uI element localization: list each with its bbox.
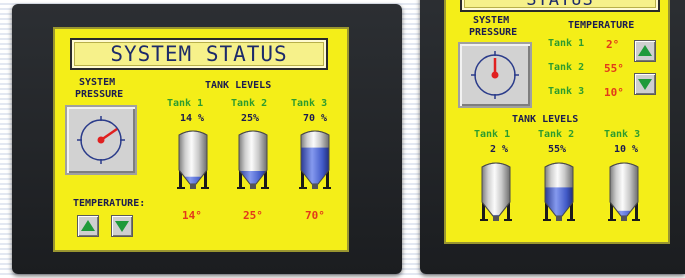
left-tank3-label: Tank 3 [291, 98, 328, 109]
left-tank3-temp: 70° [305, 209, 325, 222]
right-temp-down-button[interactable] [634, 73, 656, 95]
right-temp-tank1-label: Tank 1 [548, 38, 585, 49]
tank-fluid [545, 187, 573, 216]
left-tank1-temp: 14° [182, 209, 202, 222]
left-tank-levels-header: TANK LEVELS [205, 80, 272, 91]
right-pressure-label-2: PRESSURE [469, 27, 518, 38]
right-tank-levels-header: TANK LEVELS [512, 114, 579, 125]
left-tank2-level: 25% [241, 113, 260, 124]
pressure-gauge-icon [471, 51, 519, 99]
down-arrow-icon [638, 79, 652, 90]
right-title: STATUS [526, 0, 594, 10]
left-tank1-icon [177, 130, 209, 189]
right-tank3-icon [608, 162, 640, 221]
left-temp-up-button[interactable] [77, 215, 99, 237]
left-tank2-label: Tank 2 [231, 98, 268, 109]
tank-fluid [239, 171, 267, 184]
left-tank3-level: 70 % [303, 113, 328, 124]
left-tank2-temp: 25° [243, 209, 263, 222]
right-temp-tank3-value: 10° [604, 86, 624, 99]
up-arrow-icon [638, 45, 652, 56]
right-tank1-level: 2 % [490, 144, 509, 155]
right-tank1-label: Tank 1 [474, 129, 511, 140]
right-tank3-label: Tank 3 [604, 129, 641, 140]
tank-fluid [610, 210, 638, 216]
left-tank3-icon [299, 130, 331, 189]
left-pressure-label-2: PRESSURE [75, 89, 124, 100]
right-temp-tank2-label: Tank 2 [548, 62, 585, 73]
left-tank1-label: Tank 1 [167, 98, 204, 109]
down-arrow-icon [115, 221, 129, 232]
up-arrow-icon [81, 220, 95, 231]
left-title: SYSTEM STATUS [110, 42, 288, 66]
left-temperature-label: TEMPERATURE: [73, 198, 146, 209]
right-temperature-header: TEMPERATURE [568, 20, 635, 31]
left-tank2-icon [237, 130, 269, 189]
left-temp-down-button[interactable] [111, 215, 133, 237]
right-temp-tank2-value: 55° [604, 62, 624, 75]
right-panel-screen: STATUS SYSTEM PRESSURE TEMPERATURE Tank … [444, 0, 670, 244]
right-temp-tank3-label: Tank 3 [548, 86, 585, 97]
right-tank3-level: 10 % [614, 144, 639, 155]
pressure-gauge-icon [77, 116, 125, 164]
right-tank2-label: Tank 2 [538, 129, 575, 140]
left-pressure-label-1: SYSTEM [79, 77, 116, 88]
right-pressure-gauge [458, 42, 532, 108]
left-pressure-gauge [65, 105, 137, 175]
left-title-box: SYSTEM STATUS [70, 38, 328, 70]
right-temp-tank1-value: 2° [606, 38, 620, 51]
right-tank1-icon [480, 162, 512, 221]
left-panel-screen: SYSTEM STATUS SYSTEM PRESSURE TANK LEVEL… [53, 27, 349, 252]
left-tank1-level: 14 % [180, 113, 205, 124]
right-temp-up-button[interactable] [634, 40, 656, 62]
tank-fluid [301, 147, 329, 184]
right-tank2-level: 55% [548, 144, 567, 155]
right-tank2-icon [543, 162, 575, 221]
right-title-box: STATUS [460, 0, 660, 12]
tank-fluid [179, 176, 207, 184]
right-pressure-label-1: SYSTEM [473, 15, 510, 26]
